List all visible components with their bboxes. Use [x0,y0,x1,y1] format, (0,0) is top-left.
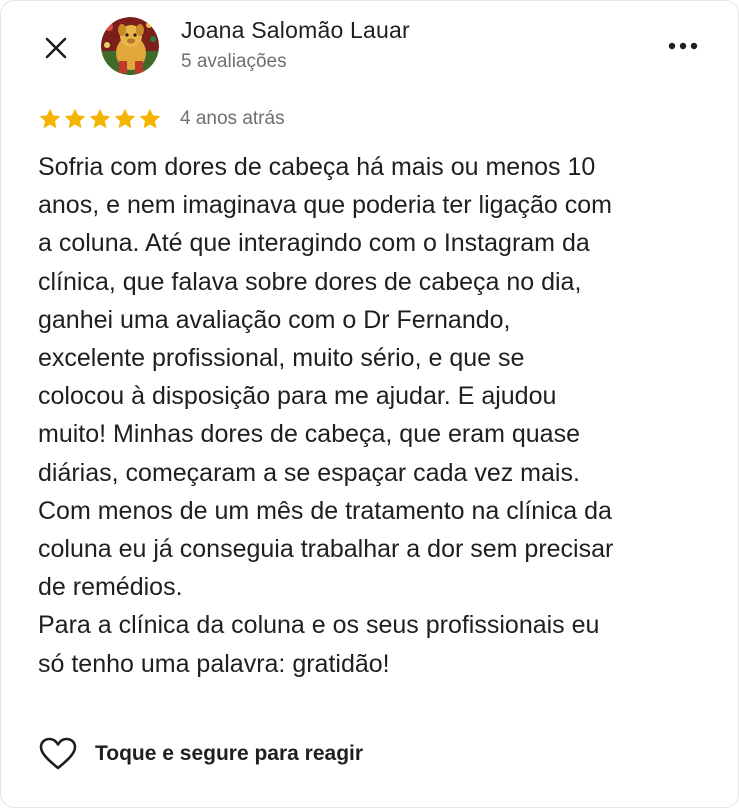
star-icon [64,108,86,129]
author-name[interactable]: Joana Salomão Lauar [181,17,410,44]
review-date: 4 anos atrás [180,108,285,129]
react-label: Toque e segure para reagir [95,742,364,765]
review-line: colocou à disposição para me ajudar. E a… [38,382,557,411]
review-line: excelente profissional, muito sério, e q… [38,344,525,373]
avatar-image [101,17,159,75]
review-line: anos, e nem imaginava que poderia ter li… [38,191,612,220]
review-line: clínica, que falava sobre dores de cabeç… [38,267,582,296]
review-line: muito! Minhas dores de cabeça, que eram … [38,420,580,449]
review-line: a coluna. Até que interagindo com o Inst… [38,229,590,258]
review-line: de remédios. [38,573,183,602]
more-horizontal-icon [668,42,698,50]
more-options-button[interactable] [663,31,703,61]
review-text: Sofria com dores de cabeça há mais ou me… [38,148,718,683]
close-icon [45,37,67,59]
review-line: diárias, começaram a se espaçar cada vez… [38,458,580,487]
react-button[interactable]: Toque e segure para reagir [39,734,363,774]
author-review-count: 5 avaliações [181,51,287,72]
review-line: ganhei uma avaliação com o Dr Fernando, [38,305,511,334]
review-line: só tenho uma palavra: gratidão! [38,649,390,678]
close-button[interactable] [41,33,71,63]
avatar[interactable] [101,17,159,75]
rating-row: 4 anos atrás [38,105,285,133]
review-line: Para a clínica da coluna e os seus profi… [38,611,600,640]
review-card: Joana Salomão Lauar 5 avaliações 4 anos … [0,0,739,808]
review-line: Sofria com dores de cabeça há mais ou me… [38,153,596,181]
review-line: coluna eu já conseguia trabalhar a dor s… [38,535,614,564]
star-icon [114,108,136,129]
heart-outline-icon [39,737,77,770]
star-icon [139,108,161,129]
review-line: Com menos de um mês de tratamento na clí… [38,496,612,525]
star-rating [38,107,162,131]
star-icon [89,108,111,129]
star-icon [39,108,61,129]
